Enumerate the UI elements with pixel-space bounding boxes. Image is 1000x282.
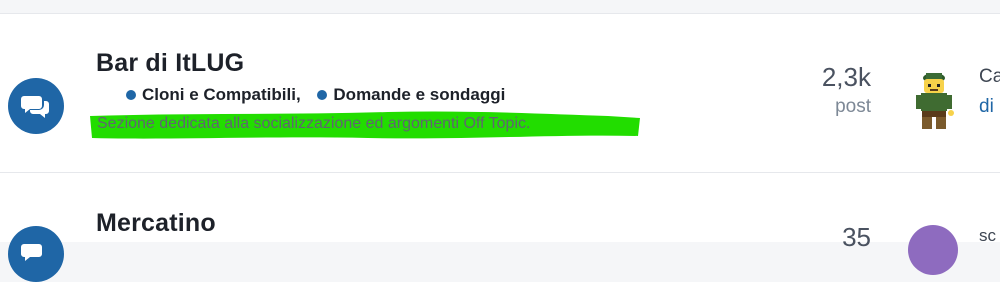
last-post-author[interactable]: di [979, 96, 994, 118]
post-count-label: post [835, 96, 871, 117]
forum-row-bar-di-itlug: Bar di ItLUG Cloni e Compatibili, Domand… [0, 13, 1000, 172]
subforum-link-domande[interactable]: Domande e sondaggi [317, 85, 505, 105]
forum-icon[interactable] [8, 78, 64, 134]
user-avatar[interactable] [908, 225, 958, 275]
subforum-dot-icon [317, 90, 328, 100]
chat-bubbles-icon [21, 96, 49, 118]
subforum-dot-icon [126, 90, 136, 100]
forum-description: Sezione dedicata alla socializzazione ed… [97, 115, 531, 132]
subforum-link-cloni[interactable]: Cloni e Compatibili, [126, 85, 301, 105]
post-count: 2,3k [821, 62, 871, 92]
chat-bubbles-icon [21, 244, 42, 261]
forum-row-mercatino: Mercatino 35 sc [0, 172, 1000, 282]
forum-icon[interactable] [8, 226, 64, 282]
post-count: 35 [842, 222, 871, 252]
forum-title[interactable]: Bar di ItLUG [96, 49, 244, 78]
forum-title[interactable]: Mercatino [96, 209, 216, 238]
top-spacer [0, 0, 1000, 13]
last-post-title[interactable]: sc [979, 226, 996, 246]
lego-minifigure-avatar[interactable] [912, 69, 956, 131]
forum-description-wrap: Sezione dedicata alla socializzazione ed… [88, 110, 640, 139]
subforum-list: Cloni e Compatibili, Domande e sondaggi [126, 85, 505, 105]
last-post-title[interactable]: Ca [979, 66, 1000, 88]
